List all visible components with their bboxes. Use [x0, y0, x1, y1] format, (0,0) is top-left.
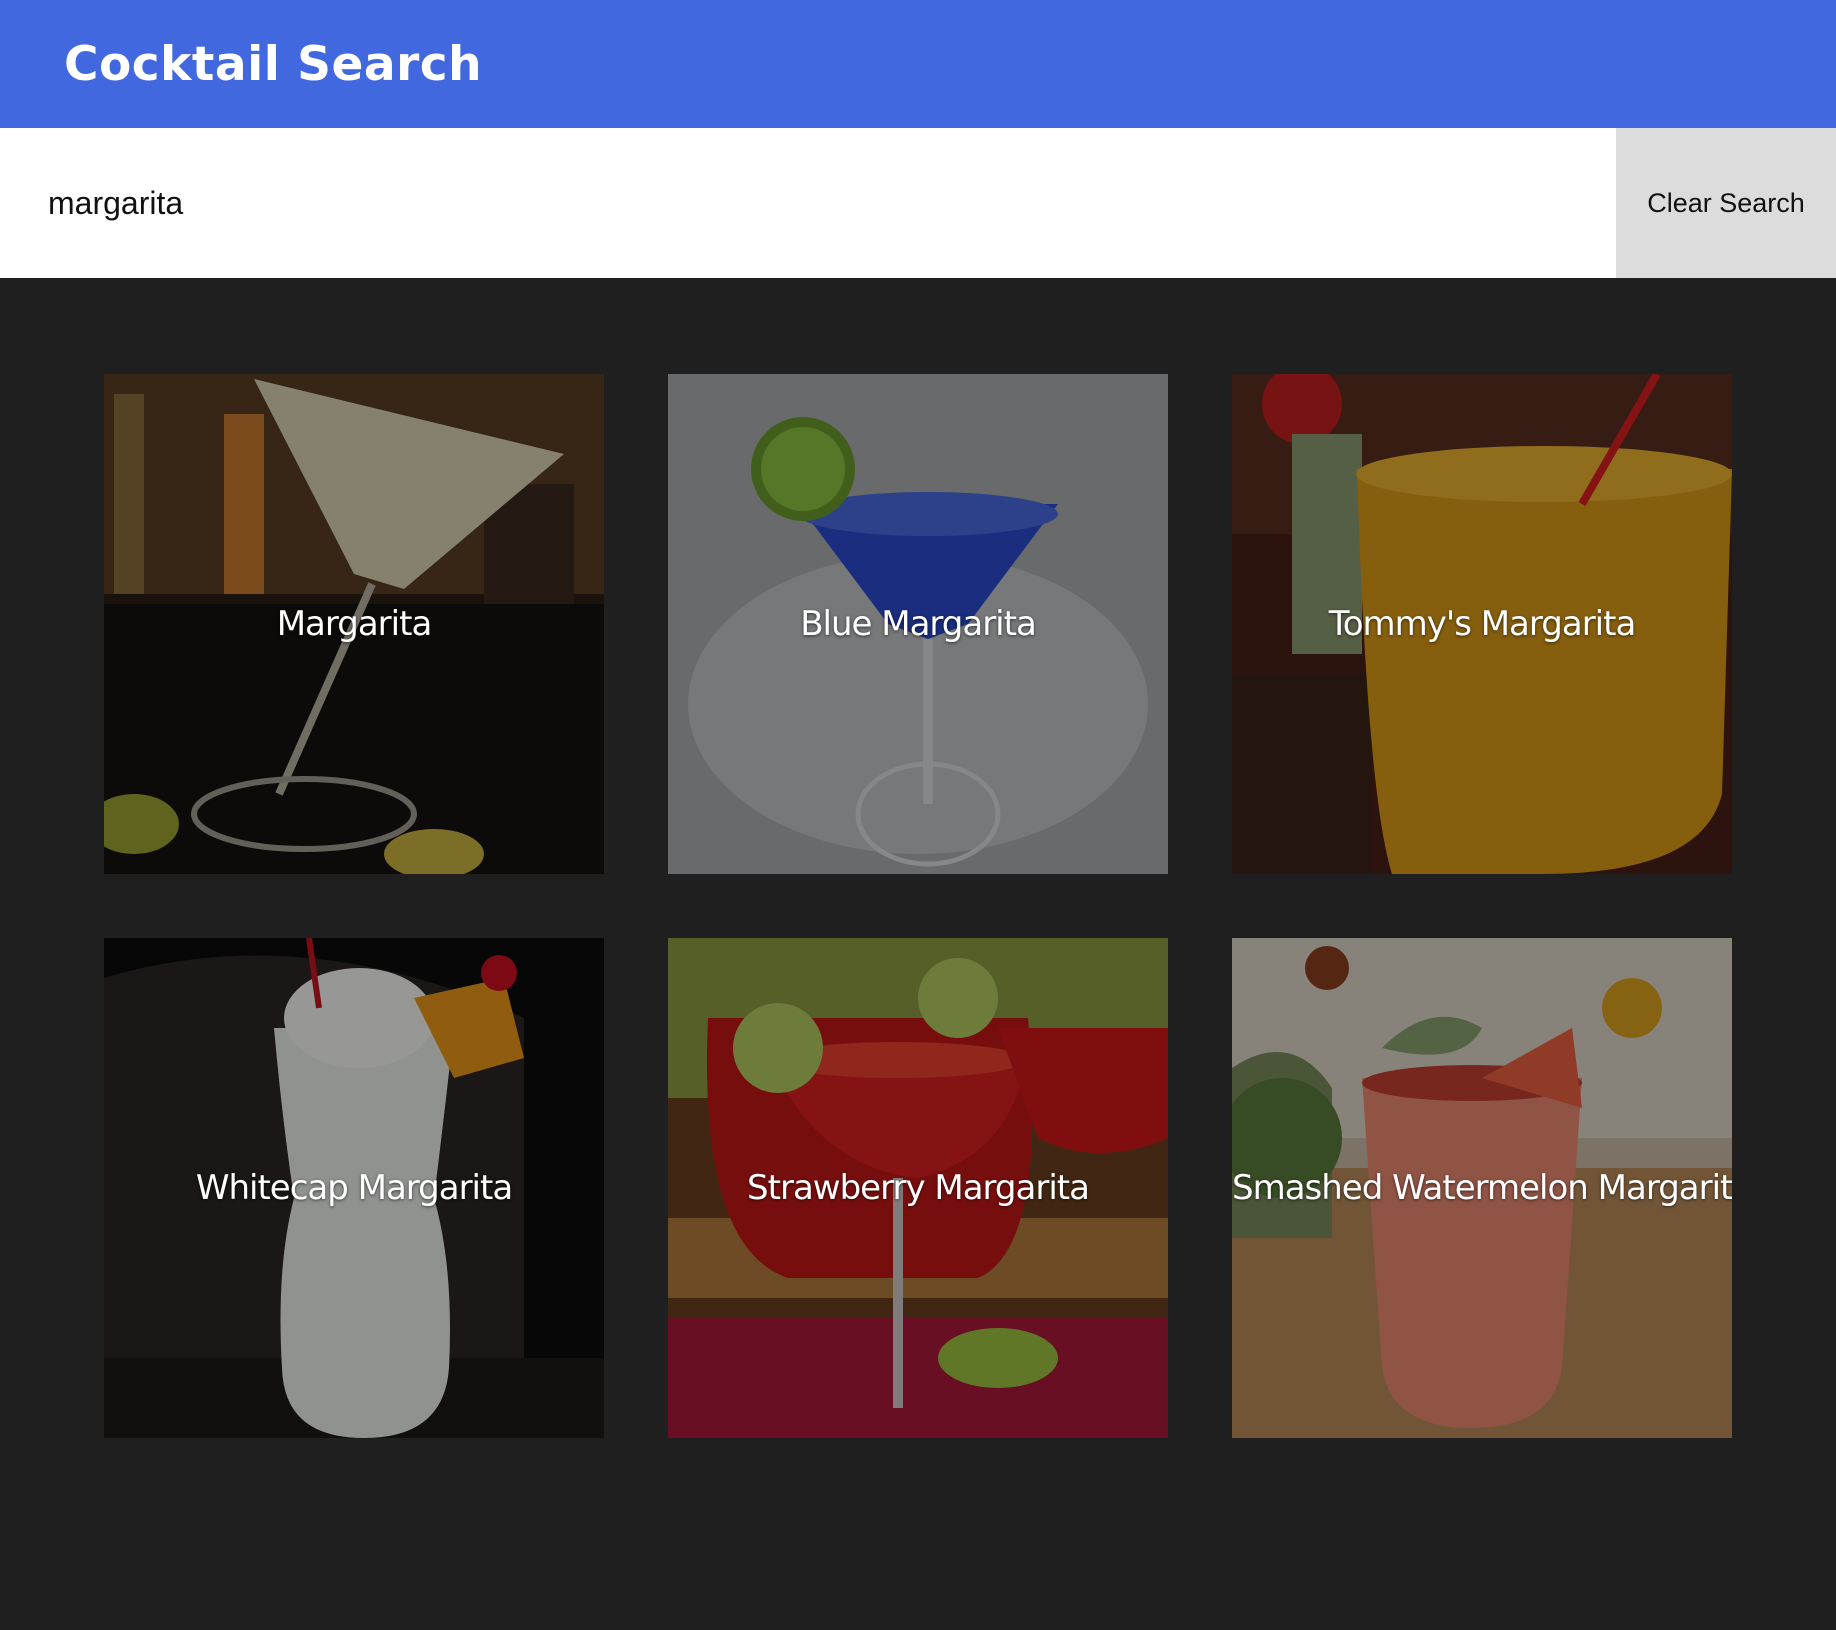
search-input[interactable] [0, 128, 1616, 278]
drink-card-tommys-margarita[interactable]: Tommy's Margarita [1232, 374, 1732, 874]
drink-card-blue-margarita[interactable]: Blue Margarita [668, 374, 1168, 874]
drink-card-whitecap-margarita[interactable]: Whitecap Margarita [104, 938, 604, 1438]
results-grid: Margarita Blue Margarita Tommy's Margari… [104, 374, 1732, 1438]
search-bar: Clear Search [0, 128, 1836, 278]
clear-search-button[interactable]: Clear Search [1616, 128, 1836, 278]
app-header: Cocktail Search [0, 0, 1836, 128]
drink-name: Tommy's Margarita [1328, 604, 1637, 644]
drink-card-smashed-watermelon-margarita[interactable]: Smashed Watermelon Margarita [1232, 938, 1732, 1438]
drink-name: Blue Margarita [800, 604, 1037, 644]
drink-name: Strawberry Margarita [747, 1168, 1090, 1208]
drink-name: Margarita [276, 604, 433, 644]
app-title: Cocktail Search [64, 36, 483, 92]
drink-card-margarita[interactable]: Margarita [104, 374, 604, 874]
drink-card-strawberry-margarita[interactable]: Strawberry Margarita [668, 938, 1168, 1438]
drink-name: Whitecap Margarita [195, 1168, 513, 1208]
drink-name: Smashed Watermelon Margarita [1232, 1168, 1732, 1208]
